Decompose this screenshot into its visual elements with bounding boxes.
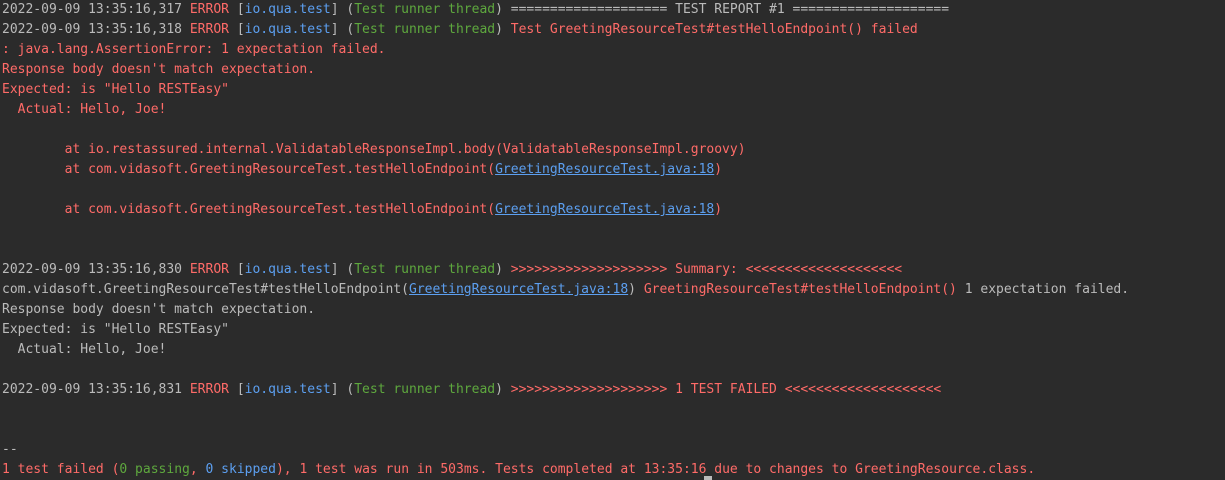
summary-test-name: GreetingResourceTest#testHelloEndpoint() (643, 282, 957, 297)
summary-actual: Actual: Hello, Joe! (2, 342, 167, 357)
source-link[interactable]: GreetingResourceTest.java:18 (495, 202, 714, 217)
exception-line: : java.lang.AssertionError: 1 expectatio… (2, 42, 386, 57)
log-thread: Test runner thread (354, 382, 496, 397)
log-level: ERROR (189, 22, 229, 37)
log-line-test-failed: 2022-09-09 13:35:16,318 ERROR [io.qua.te… (2, 22, 918, 37)
log-line-report-header: 2022-09-09 13:35:16,317 ERROR [io.qua.te… (2, 2, 950, 17)
log-timestamp: 2022-09-09 13:35:16,831 (2, 382, 183, 397)
stack-frame: at com.vidasoft.GreetingResourceTest.tes… (2, 202, 723, 217)
log-line-test-failed-count: 2022-09-09 13:35:16,831 ERROR [io.qua.te… (2, 382, 942, 397)
log-level: ERROR (189, 382, 229, 397)
log-thread: Test runner thread (354, 2, 496, 17)
summary-body-mismatch: Response body doesn't match expectation. (2, 302, 316, 317)
log-timestamp: 2022-09-09 13:35:16,830 (2, 262, 183, 277)
log-message: ==================== TEST REPORT #1 ====… (510, 2, 950, 17)
text-cursor (704, 476, 712, 480)
stack-frame: at io.restassured.internal.ValidatableRe… (2, 142, 746, 157)
log-timestamp: 2022-09-09 13:35:16,318 (2, 22, 183, 37)
log-message: Test GreetingResourceTest#testHelloEndpo… (510, 22, 918, 37)
expected-line: Expected: is "Hello RESTEasy" (2, 82, 229, 97)
log-message: >>>>>>>>>>>>>>>>>>>> Summary: <<<<<<<<<<… (510, 262, 903, 277)
summary-result: 1 expectation failed. (964, 282, 1130, 297)
log-level: ERROR (189, 262, 229, 277)
actual-line: Actual: Hello, Joe! (2, 102, 167, 117)
log-thread: Test runner thread (354, 262, 496, 277)
status-line: 1 test failed (0 passing, 0 skipped), 1 … (2, 462, 1036, 477)
status-passing: 0 passing (119, 462, 190, 477)
log-level: ERROR (189, 2, 229, 17)
log-thread: Test runner thread (354, 22, 496, 37)
status-skipped: 0 skipped (205, 462, 276, 477)
log-logger: io.qua.test (244, 382, 331, 397)
stack-frame: at com.vidasoft.GreetingResourceTest.tes… (2, 162, 723, 177)
body-mismatch-line: Response body doesn't match expectation. (2, 62, 316, 77)
log-logger: io.qua.test (244, 2, 331, 17)
source-link[interactable]: GreetingResourceTest.java:18 (409, 282, 628, 297)
log-timestamp: 2022-09-09 13:35:16,317 (2, 2, 183, 17)
status-failed: 1 test failed (2, 462, 104, 477)
status-details: 1 test was run in 503ms. Tests completed… (299, 462, 1036, 477)
log-logger: io.qua.test (244, 262, 331, 277)
summary-expected: Expected: is "Hello RESTEasy" (2, 322, 229, 337)
source-link[interactable]: GreetingResourceTest.java:18 (495, 162, 714, 177)
log-line-summary: 2022-09-09 13:35:16,830 ERROR [io.qua.te… (2, 262, 903, 277)
log-logger: io.qua.test (244, 22, 331, 37)
terminal-output[interactable]: 2022-09-09 13:35:16,317 ERROR [io.qua.te… (0, 0, 1225, 480)
summary-location-line: com.vidasoft.GreetingResourceTest#testHe… (2, 282, 1130, 297)
log-message: >>>>>>>>>>>>>>>>>>>> 1 TEST FAILED <<<<<… (510, 382, 942, 397)
separator: -- (2, 442, 18, 457)
